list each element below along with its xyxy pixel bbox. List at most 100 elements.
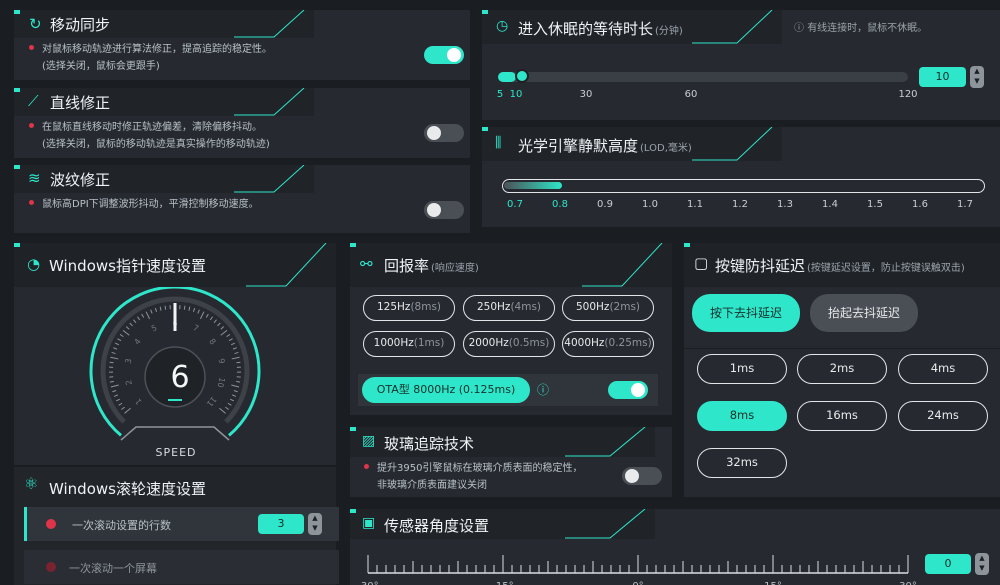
- sensor-angle-spinner[interactable]: ▲ ▼: [975, 553, 989, 575]
- dial-tick: [227, 402, 232, 406]
- sleep-note: ⓘ 有线连接时，鼠标不休眠。: [794, 23, 928, 34]
- polling-rate-label: 125Hz: [376, 301, 411, 313]
- clock-icon: ◷: [496, 18, 509, 34]
- line-correct-panel: ⟋ 直线修正 在鼠标直线移动时修正轨迹偏差，清除偏移抖动。 (选择关闭，鼠标的移动…: [14, 88, 470, 158]
- dial-tick: [110, 384, 119, 388]
- debounce-title: 按键防抖延迟 (按键延迟设置，防止按键误触双击): [715, 257, 965, 275]
- radio-selected[interactable]: [46, 519, 56, 529]
- lod-slider[interactable]: [502, 179, 985, 193]
- dial-tick: [220, 329, 228, 336]
- ruler-label: -30°: [360, 581, 379, 585]
- debounce-option-button[interactable]: 24ms: [898, 401, 988, 431]
- dial-tick: [121, 406, 125, 410]
- polling-panel: ⚯ 回报率 (响应速度) 125Hz(8ms) 250Hz(4ms) 500Hz(2m…: [350, 243, 672, 415]
- radio-unselected[interactable]: [46, 562, 56, 572]
- lod-tick-label: 1.4: [822, 199, 838, 210]
- sleep-slider[interactable]: [498, 69, 908, 83]
- polling-option-button[interactable]: 500Hz(2ms): [562, 295, 654, 321]
- debounce-panel: ▢ 按键防抖延迟 (按键延迟设置，防止按键误触双击) 按下去抖延迟 抬起去抖延迟 …: [684, 243, 1000, 497]
- dial-tick: [230, 398, 235, 402]
- polling-ms-label: (0.5ms): [508, 337, 550, 349]
- polling-option-button[interactable]: 125Hz(8ms): [363, 295, 455, 321]
- sensor-angle-input[interactable]: 0: [925, 554, 971, 574]
- dial-tick: [110, 356, 119, 360]
- line-correct-toggle[interactable]: [424, 124, 464, 142]
- glass-toggle[interactable]: [622, 467, 662, 485]
- move-sync-toggle[interactable]: [424, 46, 464, 64]
- debounce-option-button[interactable]: 32ms: [697, 448, 787, 478]
- sleep-tick-label: 10: [509, 89, 523, 100]
- lod-title: 光学引擎静默高度 (LOD,毫米): [518, 137, 692, 155]
- tab-release-debounce[interactable]: 抬起去抖延迟: [810, 294, 918, 332]
- dial-tick: [228, 338, 233, 342]
- ripple-toggle[interactable]: [424, 201, 464, 219]
- pointer-value: 6: [170, 360, 190, 395]
- speed-plate: [120, 426, 230, 441]
- polling-rate-label: 250Hz: [476, 301, 511, 313]
- polling-ms-label: (2ms): [609, 301, 641, 313]
- scroll-option-screen[interactable]: 一次滚动一个屏幕: [24, 550, 339, 584]
- debounce-option-button[interactable]: 4ms: [898, 354, 988, 384]
- dial-tick: [217, 322, 221, 327]
- scroll-title: Windows滚轮速度设置: [49, 480, 206, 498]
- lod-tick-label: 1.7: [957, 199, 973, 210]
- ruler-label: 30°: [899, 581, 917, 585]
- lod-tick-label: 1.2: [732, 199, 748, 210]
- dial-tick: [236, 380, 241, 383]
- sleep-title: 进入休眠的等待时长 (分钟): [518, 20, 683, 38]
- ota-button[interactable]: OTA型 8000Hz (0.125ms): [362, 377, 530, 403]
- lod-tick-label: 0.8: [552, 199, 568, 210]
- sensor-panel: ▣ 传感器角度设置 -30° -15° 0° 15° 30° 0 ▲▼: [350, 509, 1000, 585]
- dial-number: 11: [205, 395, 218, 409]
- glass-title: 玻璃追踪技术: [384, 435, 475, 453]
- lod-tick-label: 1.6: [912, 199, 928, 210]
- sleep-value-input[interactable]: 10: [919, 67, 966, 87]
- debounce-option-button[interactable]: 8ms: [697, 401, 787, 431]
- dial-tick: [219, 407, 226, 414]
- tab-press-debounce[interactable]: 按下去抖延迟: [692, 294, 800, 332]
- dial-tick: [109, 361, 114, 364]
- pointer-title: Windows指针速度设置: [49, 257, 206, 275]
- wave-icon: ≋: [28, 169, 41, 187]
- polling-option-button[interactable]: 250Hz(4ms): [463, 295, 555, 321]
- sleep-spinner[interactable]: ▲ ▼: [970, 66, 984, 88]
- scroll-lines-spinner[interactable]: ▲ ▼: [308, 513, 322, 535]
- info-icon[interactable]: ⓘ: [537, 381, 549, 398]
- dial-tick: [117, 338, 122, 342]
- polling-option-button[interactable]: 4000Hz(0.25ms): [562, 331, 654, 357]
- sensor-angle-ruler[interactable]: -30° -15° 0° 15° 30°: [360, 549, 920, 585]
- sensor-title: 传感器角度设置: [384, 517, 490, 535]
- ripple-desc: 鼠标高DPI下调整波形抖动，平滑控制移动速度。: [29, 196, 259, 213]
- lod-tick-label: 1.1: [687, 199, 703, 210]
- scroll-lines-input[interactable]: 3: [258, 514, 304, 534]
- polling-option-button[interactable]: 1000Hz(1ms): [363, 331, 455, 357]
- sleep-slider-thumb[interactable]: [514, 69, 529, 83]
- polling-rate-label: 2000Hz: [468, 337, 509, 349]
- speed-gauge-icon: ◔: [27, 255, 41, 273]
- debounce-option-button[interactable]: 1ms: [697, 354, 787, 384]
- button-frame-icon: ▢: [694, 254, 709, 272]
- sleep-panel: ◷ 进入休眠的等待时长 (分钟) ⓘ 有线连接时，鼠标不休眠。 5 10 30 60 12…: [482, 10, 1000, 120]
- dial-tick: [113, 394, 118, 397]
- scroll-option-lines[interactable]: 一次滚动设置的行数 3 ▲ ▼: [24, 507, 339, 541]
- dial-tick: [133, 319, 137, 324]
- polling-ms-label: (4ms): [510, 301, 542, 313]
- dial-tick: [124, 407, 131, 414]
- debounce-option-button[interactable]: 2ms: [797, 354, 887, 384]
- dial-tick: [232, 347, 237, 350]
- dial-number: 1: [134, 397, 144, 407]
- pointer-panel: ◔ Windows指针速度设置 1234567891011 6 SPEED: [14, 243, 336, 465]
- dial-number: 5: [150, 323, 159, 333]
- polling-rate-label: 4000Hz: [564, 337, 605, 349]
- dial-number: 4: [132, 337, 142, 347]
- dial-tick: [183, 305, 186, 310]
- sleep-tick-label: 5: [496, 89, 504, 100]
- dial-number: 10: [215, 376, 226, 388]
- dial-number: 7: [192, 323, 201, 333]
- debounce-option-button[interactable]: 16ms: [797, 401, 887, 431]
- polling-option-button[interactable]: 2000Hz(0.5ms): [463, 331, 555, 357]
- ota-toggle[interactable]: [608, 381, 648, 399]
- dial-number: 8: [207, 337, 217, 347]
- lod-tick-label: 1.0: [642, 199, 658, 210]
- dial-tick: [213, 319, 217, 324]
